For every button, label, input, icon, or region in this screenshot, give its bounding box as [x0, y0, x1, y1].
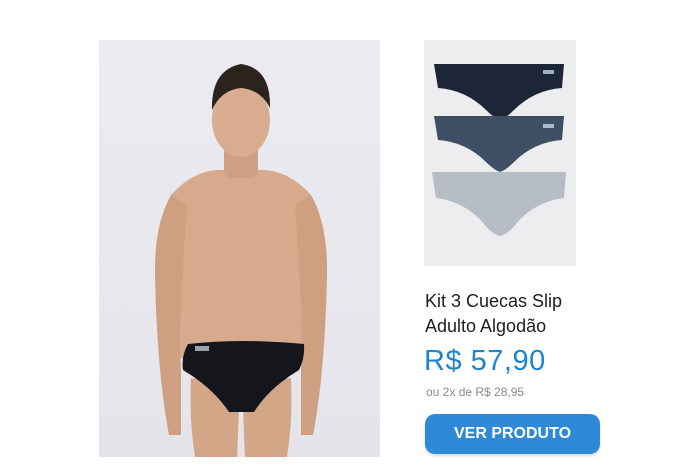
product-price: R$ 57,90	[424, 345, 546, 377]
product-model-photo[interactable]	[99, 40, 380, 457]
view-product-button[interactable]: VER PRODUTO	[425, 414, 600, 454]
product-name-line-1: Kit 3 Cuecas Slip	[425, 291, 563, 311]
product-thumbnail[interactable]	[424, 40, 576, 266]
product-name-line-2: Adulto Algodão	[425, 316, 547, 336]
slip-kit-illustration	[432, 64, 566, 236]
model-illustration	[154, 64, 328, 457]
installment-price: ou 2x de R$ 28,95	[426, 385, 525, 399]
product-name[interactable]: Kit 3 Cuecas Slip Adulto Algodão	[425, 289, 675, 339]
